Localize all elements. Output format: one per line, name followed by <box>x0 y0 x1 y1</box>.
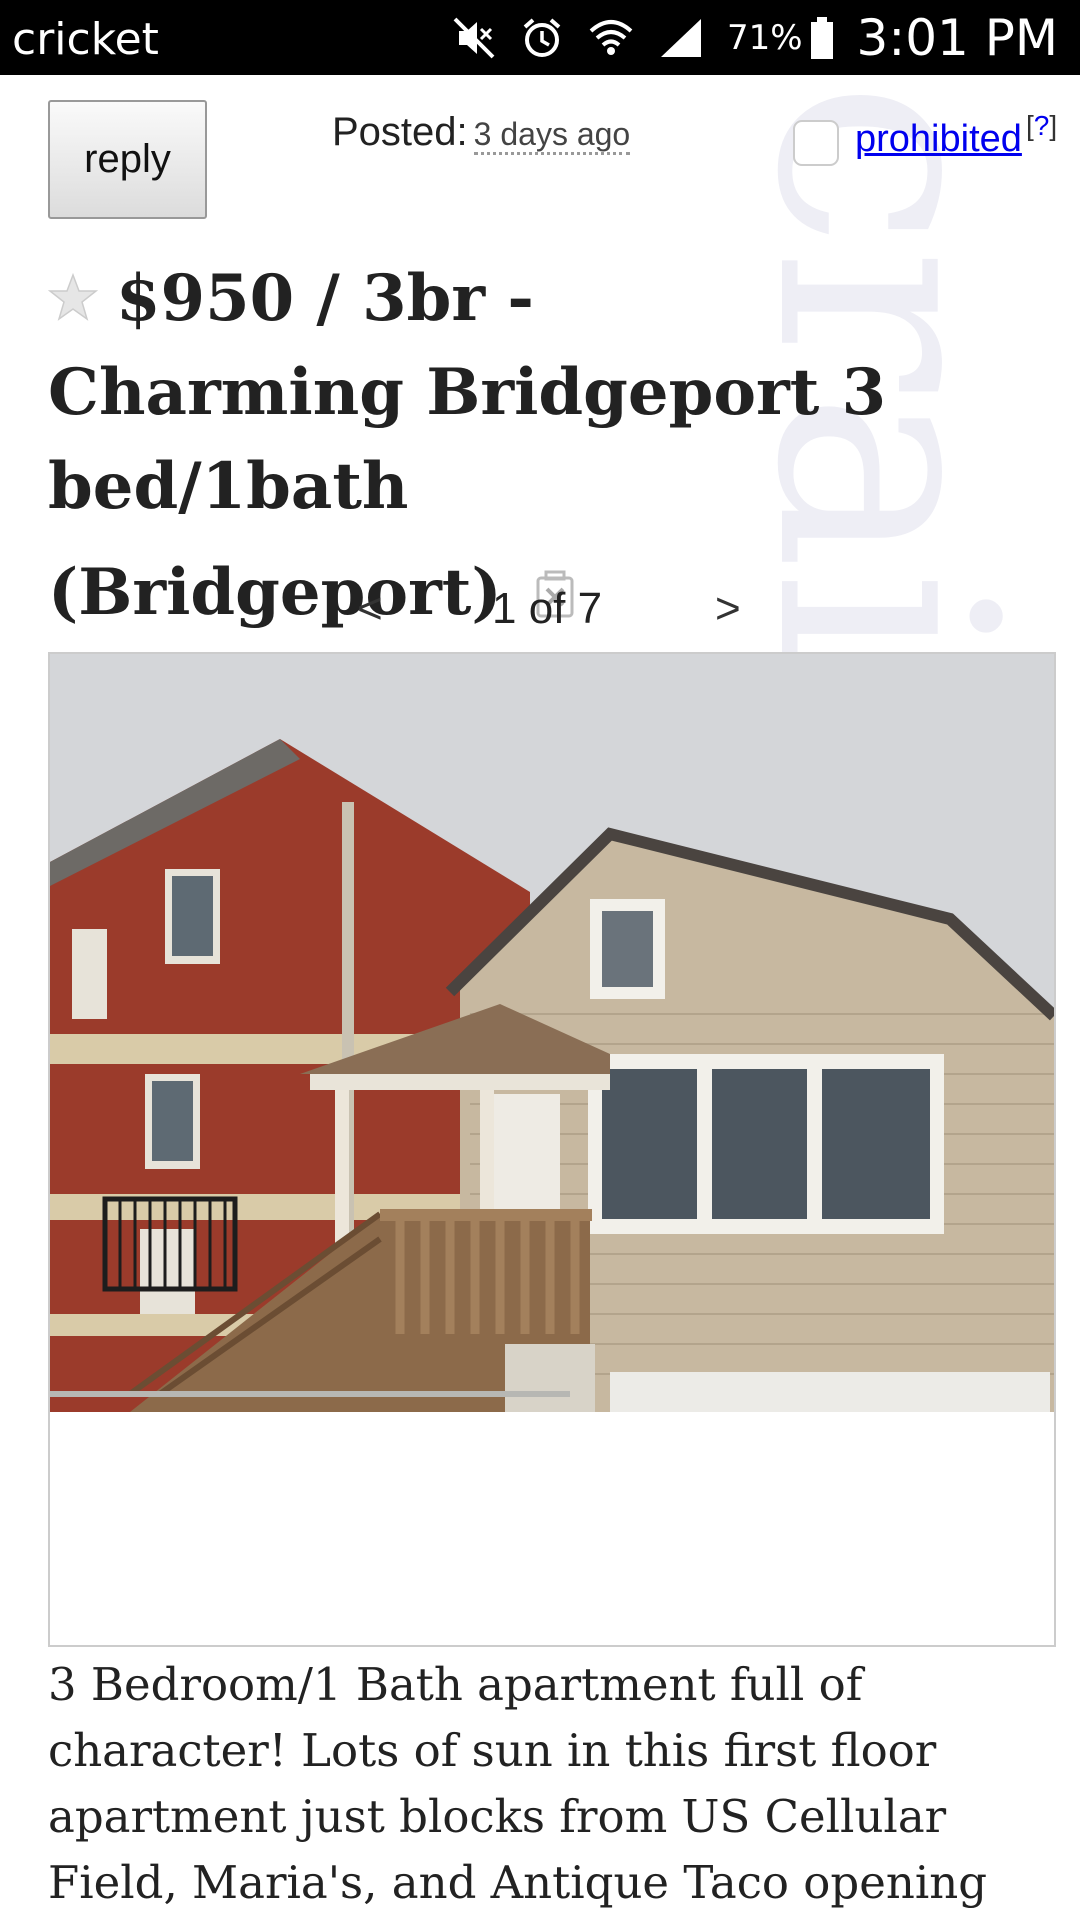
posted-label: Posted: <box>332 110 468 154</box>
title-text: $950 / 3br - Charming Bridgeport 3 bed/1… <box>48 261 887 524</box>
help-open: [ <box>1026 110 1034 141</box>
help-link[interactable]: [?] <box>1026 110 1057 142</box>
carrier-label: cricket <box>12 14 159 65</box>
star-icon[interactable] <box>47 254 99 321</box>
status-icons: 71% 3:01 PM <box>429 8 1058 68</box>
signal-icon <box>657 15 705 61</box>
flag-checkbox[interactable] <box>793 120 839 166</box>
battery-percent: 71% <box>726 18 803 58</box>
wifi-icon <box>587 15 635 61</box>
help-close: ] <box>1049 110 1058 141</box>
image-counter: 1 of 7 <box>492 584 603 633</box>
battery-icon <box>809 15 835 61</box>
status-bar: cricket 71% 3:01 PM <box>0 0 1080 75</box>
prev-image-button[interactable]: < <box>357 584 383 634</box>
alarm-icon <box>519 15 565 61</box>
photo-frame[interactable] <box>48 652 1056 1647</box>
prohibited-link[interactable]: prohibited <box>855 118 1022 161</box>
posted-date: Posted: 3 days ago <box>332 110 631 155</box>
listing-photo[interactable] <box>50 654 1054 1412</box>
mute-icon <box>451 15 497 61</box>
gallery-nav: < 1 of 7 > <box>0 584 1080 644</box>
clock: 3:01 PM <box>856 9 1058 67</box>
help-question[interactable]: ? <box>1034 110 1050 141</box>
posted-value: 3 days ago <box>473 116 631 155</box>
listing-description: 3 Bedroom/1 Bath apartment full of chara… <box>48 1658 988 1909</box>
listing-title: $950 / 3br - Charming Bridgeport 3 bed/1… <box>47 252 908 640</box>
next-image-button[interactable]: > <box>715 584 741 634</box>
reply-button[interactable]: reply <box>48 100 207 219</box>
